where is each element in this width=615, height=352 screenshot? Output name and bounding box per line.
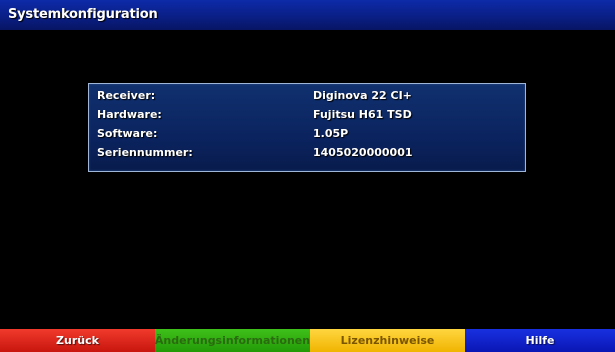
yellow-license-button[interactable]: Lizenzhinweise xyxy=(310,329,465,352)
green-change-info-button[interactable]: Änderungsinformationen xyxy=(155,329,310,352)
color-key-bar: Zurück Änderungsinformationen Lizenzhinw… xyxy=(0,329,615,352)
system-info-panel: Receiver: Diginova 22 CI+ Hardware: Fuji… xyxy=(88,83,526,172)
title-bar: Systemkonfiguration xyxy=(0,0,615,31)
info-label-software: Software: xyxy=(97,127,158,140)
info-value-hardware: Fujitsu H61 TSD xyxy=(313,108,412,121)
screen: Systemkonfiguration Receiver: Diginova 2… xyxy=(0,0,615,352)
info-value-receiver: Diginova 22 CI+ xyxy=(313,89,412,102)
info-row-receiver: Receiver: Diginova 22 CI+ xyxy=(89,87,525,106)
info-label-receiver: Receiver: xyxy=(97,89,156,102)
info-value-software: 1.05P xyxy=(313,127,349,140)
info-row-serial-number: Seriennummer: 1405020000001 xyxy=(89,144,525,163)
blue-help-button[interactable]: Hilfe xyxy=(465,329,615,352)
info-label-hardware: Hardware: xyxy=(97,108,162,121)
info-row-hardware: Hardware: Fujitsu H61 TSD xyxy=(89,106,525,125)
info-row-software: Software: 1.05P xyxy=(89,125,525,144)
red-back-button[interactable]: Zurück xyxy=(0,329,155,352)
info-label-serial-number: Seriennummer: xyxy=(97,146,193,159)
info-value-serial-number: 1405020000001 xyxy=(313,146,413,159)
page-title: Systemkonfiguration xyxy=(8,7,158,22)
